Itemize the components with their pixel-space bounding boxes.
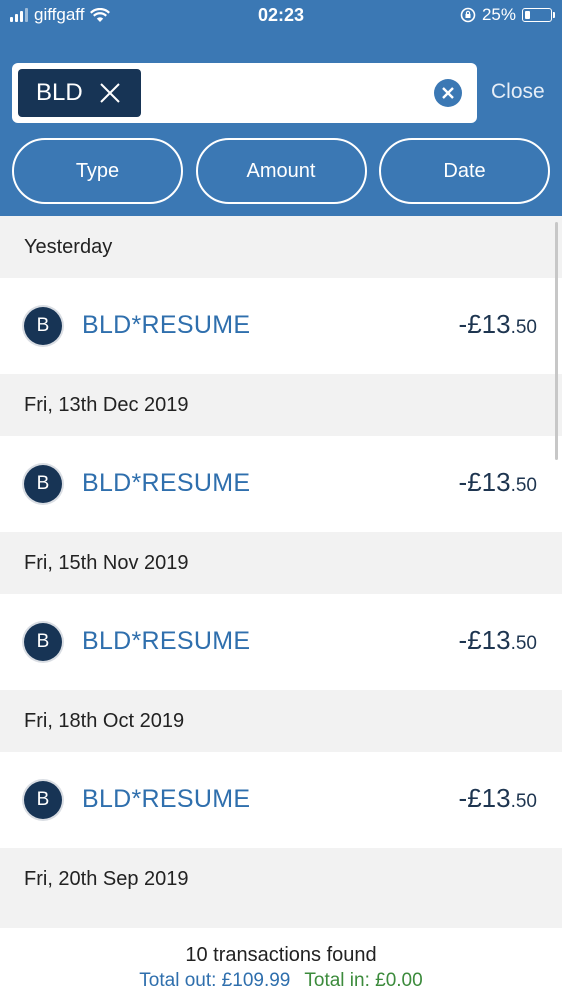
date-header: Fri, 13th Dec 2019 <box>0 374 562 436</box>
status-right: 25% <box>460 5 555 25</box>
scrollbar[interactable] <box>555 222 558 460</box>
transaction-row[interactable]: B BLD*RESUME -£13.50 <box>0 752 562 848</box>
transaction-amount: -£13.50 <box>459 309 537 340</box>
transaction-count: 10 transactions found <box>185 944 377 966</box>
amount-minor: .50 <box>510 791 537 812</box>
total-out: Total out: £109.99 <box>139 970 291 991</box>
date-header: Fri, 20th Sep 2019 <box>0 848 562 910</box>
transaction-row[interactable]: B BLD*RESUME -£13.50 <box>0 594 562 690</box>
amount-major: -£13 <box>458 309 511 339</box>
amount-minor: .50 <box>510 317 537 338</box>
battery-icon <box>522 8 555 22</box>
date-header: Yesterday <box>0 216 562 278</box>
rotation-lock-icon <box>460 7 476 23</box>
merchant-name: BLD*RESUME <box>82 469 251 497</box>
merchant-name: BLD*RESUME <box>82 311 251 339</box>
filter-amount-button[interactable]: Amount <box>195 138 367 204</box>
status-bar: giffgaff 02:23 25% <box>0 0 562 32</box>
total-in: Total in: £0.00 <box>304 970 423 991</box>
merchant-avatar: B <box>24 623 62 661</box>
search-chip[interactable]: BLD <box>18 69 141 117</box>
filter-date-button[interactable]: Date <box>379 138 550 204</box>
totals: Total out: £109.99 Total in: £0.00 <box>0 970 562 992</box>
close-button[interactable]: Close <box>491 80 545 104</box>
transaction-amount: -£13.50 <box>459 467 537 498</box>
battery-percent: 25% <box>481 5 516 24</box>
merchant-avatar: B <box>24 781 62 819</box>
transaction-amount: -£13.50 <box>459 625 537 656</box>
amount-minor: .50 <box>510 475 537 496</box>
filter-type-button[interactable]: Type <box>12 138 183 204</box>
merchant-name: BLD*RESUME <box>82 627 251 655</box>
transaction-row[interactable]: B BLD*RESUME -£13.50 <box>0 436 562 532</box>
date-header: Fri, 18th Oct 2019 <box>0 690 562 752</box>
amount-minor: .50 <box>510 633 537 654</box>
merchant-avatar: B <box>24 307 62 345</box>
transaction-list: Yesterday B BLD*RESUME -£13.50 Fri, 13th… <box>0 216 562 910</box>
amount-major: -£13 <box>458 467 511 497</box>
search-input[interactable]: BLD <box>12 63 477 123</box>
transaction-row[interactable]: B BLD*RESUME -£13.50 <box>0 278 562 374</box>
results-summary: 10 transactions found Total out: £109.99… <box>0 928 562 1000</box>
search-chip-label: BLD <box>36 79 83 106</box>
filter-bar: Type Amount Date <box>12 138 550 204</box>
date-header: Fri, 15th Nov 2019 <box>0 532 562 594</box>
merchant-name: BLD*RESUME <box>82 785 251 813</box>
transaction-amount: -£13.50 <box>459 783 537 814</box>
amount-major: -£13 <box>458 625 511 655</box>
amount-major: -£13 <box>458 783 511 813</box>
merchant-avatar: B <box>24 465 62 503</box>
remove-chip-icon[interactable] <box>99 82 121 104</box>
clear-search-icon[interactable] <box>433 78 463 108</box>
search-header: giffgaff 02:23 25% BLD Close Type Amount… <box>0 0 562 216</box>
